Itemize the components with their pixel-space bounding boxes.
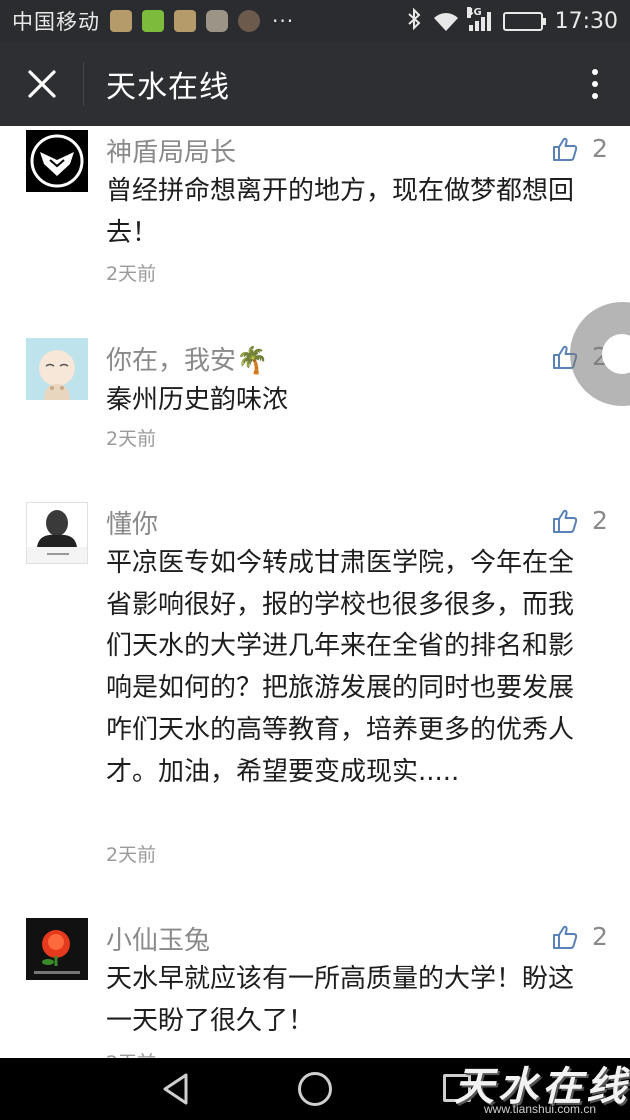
back-triangle-icon	[163, 1073, 188, 1105]
monk-avatar	[39, 350, 75, 400]
title-bar: 天水在线	[0, 42, 630, 126]
signal-icon: 4G	[466, 7, 491, 31]
like-button[interactable]: 2	[552, 922, 608, 951]
notification-icon	[174, 10, 196, 32]
back-button[interactable]	[160, 1072, 192, 1110]
battery-icon	[502, 11, 546, 31]
comment-text: 秦州历史韵味浓	[106, 385, 289, 415]
comment-list[interactable]: 神盾局局长 2 曾经拼命想离开的地方，现在做梦都想回去！ 2天前 你在，我安🌴 …	[0, 126, 630, 1058]
more-dot	[592, 81, 598, 87]
comment-text: 天水早就应该有一所高质量的大学！盼这一天盼了很久了！	[106, 964, 575, 1036]
comment-text: 平凉医专如今转成甘肃医学院，今年在全省影响很好，报的学校也很多很多，而我们天水的…	[106, 548, 575, 787]
notification-icon	[142, 10, 164, 32]
close-button[interactable]	[0, 62, 84, 106]
avatar[interactable]	[26, 130, 88, 192]
avatar[interactable]	[26, 502, 88, 564]
thumbs-up-icon	[553, 925, 578, 949]
like-count: 2	[592, 134, 608, 163]
person-photo	[27, 503, 87, 555]
more-dot	[592, 69, 598, 75]
rose-avatar	[34, 930, 80, 974]
bluetooth-icon	[407, 7, 421, 35]
thumbs-up-icon	[553, 509, 578, 533]
page-title: 天水在线	[106, 70, 230, 105]
watermark-url: www.tianshui.com.cn	[484, 1102, 597, 1116]
carrier-name: 中国移动	[12, 10, 100, 34]
comment-text: 曾经拼命想离开的地方，现在做梦都想回去！	[106, 176, 575, 248]
avatar[interactable]	[26, 338, 88, 400]
wifi-icon	[433, 12, 458, 31]
close-icon	[27, 70, 56, 98]
comment-time: 2天前	[106, 428, 157, 450]
notification-icon	[238, 10, 260, 32]
clock: 17:30	[554, 8, 618, 34]
more-notifications: ···	[272, 9, 295, 33]
network-type: 4G	[466, 7, 482, 18]
notification-icon	[110, 10, 132, 32]
comment-nickname: 神盾局局长	[106, 138, 237, 168]
comment-time: 2天前	[106, 263, 157, 285]
status-bar: 中国移动 ··· 4G 17:30	[0, 0, 630, 42]
comment-nickname: 小仙玉兔	[106, 926, 211, 956]
like-button[interactable]: 2	[552, 506, 608, 535]
thumbs-up-icon	[553, 137, 578, 161]
like-count: 2	[592, 506, 608, 535]
shield-eagle-logo	[30, 134, 84, 188]
more-dot	[592, 93, 598, 99]
comment-time: 2天前	[106, 1048, 156, 1058]
like-button[interactable]: 2	[552, 134, 608, 163]
notification-icon	[206, 10, 228, 32]
comment-time: 2天前	[106, 844, 157, 866]
home-button[interactable]	[298, 1072, 332, 1106]
avatar[interactable]	[26, 918, 88, 980]
comment-nickname: 你在，我安🌴	[106, 346, 269, 376]
site-watermark: 天水在线 www.tianshui.com.cn	[440, 1040, 630, 1120]
comment-nickname: 懂你	[106, 510, 159, 540]
like-count: 2	[592, 922, 608, 951]
more-menu-button[interactable]	[560, 42, 630, 126]
